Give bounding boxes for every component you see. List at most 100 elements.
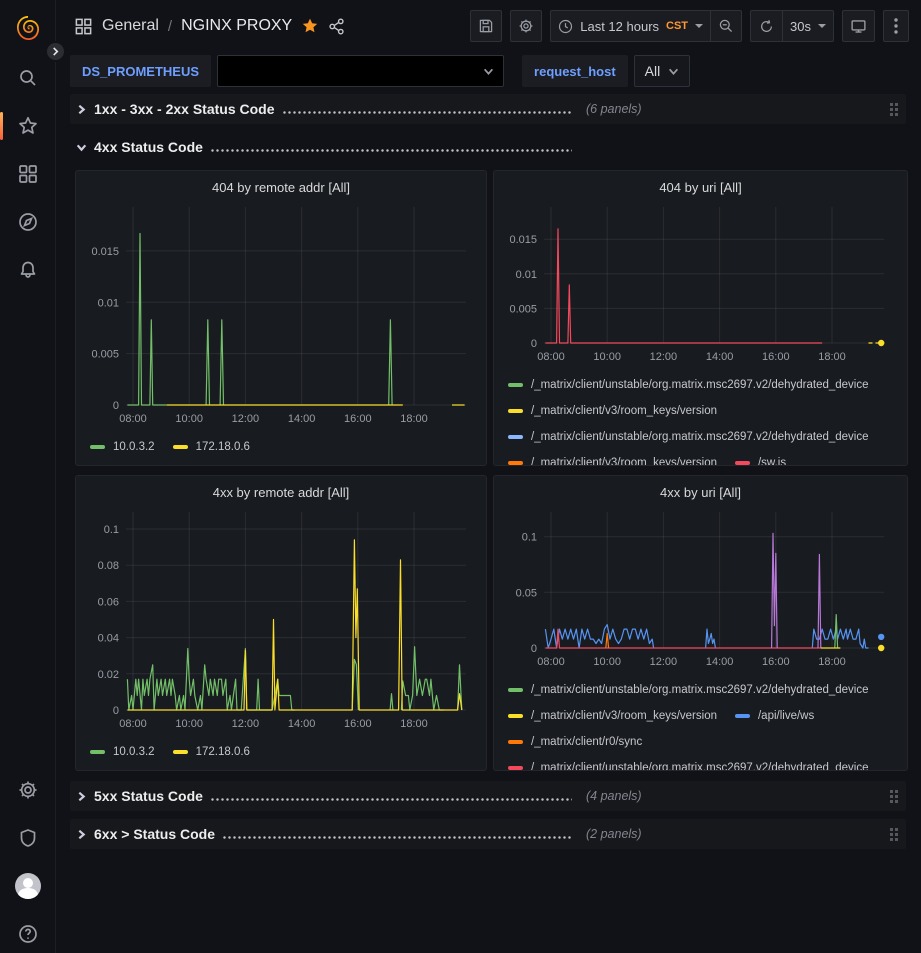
more-options-button[interactable] bbox=[883, 10, 909, 42]
legend-item[interactable]: /api/live/ws bbox=[735, 703, 814, 729]
time-range-picker[interactable]: Last 12 hours CST bbox=[550, 10, 710, 42]
row-header-5xx[interactable]: 5xx Status Code (4 panels) bbox=[70, 781, 906, 811]
row-header-6xx[interactable]: 6xx > Status Code (2 panels) bbox=[70, 819, 906, 849]
row-header-1xx-3xx-2xx[interactable]: 1xx - 3xx - 2xx Status Code (6 panels) bbox=[70, 94, 906, 124]
svg-text:10:00: 10:00 bbox=[593, 351, 621, 363]
svg-text:12:00: 12:00 bbox=[232, 718, 260, 730]
legend-item[interactable]: /_matrix/client/unstable/org.matrix.msc2… bbox=[508, 372, 869, 398]
series-color-swatch bbox=[508, 383, 523, 387]
variables-submenu: DS_PROMETHEUS request_host All bbox=[56, 52, 921, 90]
panel-title[interactable]: 4xx by uri [All] bbox=[504, 482, 897, 510]
time-series-chart[interactable]: 00.0050.010.01508:0010:0012:0014:0016:00… bbox=[86, 205, 476, 434]
series-color-swatch bbox=[508, 461, 523, 465]
dashboard-canvas: 1xx - 3xx - 2xx Status Code (6 panels) 4… bbox=[56, 90, 921, 857]
alerting-nav-item[interactable] bbox=[0, 246, 55, 294]
row-drag-handle[interactable] bbox=[890, 790, 898, 803]
legend-item[interactable]: /_matrix/client/unstable/org.matrix.msc2… bbox=[508, 755, 869, 771]
legend-item[interactable]: /_matrix/client/v3/room_keys/version bbox=[508, 703, 717, 729]
chevron-right-icon bbox=[76, 829, 87, 840]
svg-text:0: 0 bbox=[531, 643, 537, 655]
legend-item[interactable]: /sw.js bbox=[735, 450, 786, 466]
legend-item[interactable]: /_matrix/client/v3/room_keys/version bbox=[508, 450, 717, 466]
row-drag-handle[interactable] bbox=[890, 828, 898, 841]
panel-count: (6 panels) bbox=[586, 102, 642, 116]
legend-item[interactable]: 10.0.3.2 bbox=[90, 739, 155, 765]
chevron-right-icon bbox=[76, 791, 87, 802]
row-title: 1xx - 3xx - 2xx Status Code bbox=[94, 101, 275, 117]
panel-title[interactable]: 4xx by remote addr [All] bbox=[86, 482, 476, 510]
svg-text:0.005: 0.005 bbox=[509, 303, 537, 315]
panel-4xx-by-remote-addr: 4xx by remote addr [All] 00.020.040.060.… bbox=[75, 475, 487, 771]
row-drag-handle[interactable] bbox=[890, 103, 898, 116]
time-series-chart[interactable]: 00.020.040.060.080.108:0010:0012:0014:00… bbox=[86, 510, 476, 739]
svg-text:0.015: 0.015 bbox=[509, 234, 537, 246]
chevron-down-icon bbox=[695, 24, 703, 28]
shield-icon bbox=[18, 828, 38, 848]
svg-text:14:00: 14:00 bbox=[288, 413, 316, 425]
zoom-out-time-button[interactable] bbox=[710, 10, 742, 42]
refresh-interval-value: 30s bbox=[790, 19, 811, 34]
request-host-value: All bbox=[645, 63, 661, 79]
legend-item[interactable]: 172.18.0.6 bbox=[173, 434, 250, 460]
chevron-down-icon bbox=[818, 24, 826, 28]
search-nav-item[interactable] bbox=[0, 54, 55, 102]
panel-count: (4 panels) bbox=[586, 789, 642, 803]
series-color-swatch bbox=[508, 688, 523, 692]
legend-item[interactable]: /_matrix/client/v3/room_keys/version bbox=[508, 398, 717, 424]
sidebar-expand-button[interactable] bbox=[45, 41, 66, 62]
panel-title[interactable]: 404 by uri [All] bbox=[504, 177, 897, 205]
legend-item[interactable]: 10.0.3.2 bbox=[90, 434, 155, 460]
svg-text:16:00: 16:00 bbox=[762, 351, 790, 363]
dashboard-title[interactable]: NGINX PROXY bbox=[181, 17, 292, 35]
dashboards-nav-item[interactable] bbox=[0, 150, 55, 198]
legend-label: 10.0.3.2 bbox=[113, 746, 155, 758]
legend-label: /_matrix/client/unstable/org.matrix.msc2… bbox=[531, 431, 869, 443]
starred-nav-item[interactable] bbox=[0, 102, 55, 150]
time-range-label: Last 12 hours bbox=[580, 19, 659, 34]
time-series-chart[interactable]: 00.0050.010.01508:0010:0012:0014:0016:00… bbox=[504, 205, 897, 372]
configuration-nav-item[interactable] bbox=[0, 766, 55, 814]
zoom-out-icon bbox=[718, 18, 734, 34]
refresh-interval-select[interactable]: 30s bbox=[782, 10, 834, 42]
datasource-variable-label[interactable]: DS_PROMETHEUS bbox=[70, 55, 211, 87]
favorite-star-icon[interactable] bbox=[301, 17, 319, 35]
share-icon[interactable] bbox=[328, 18, 345, 35]
legend-item[interactable]: /_matrix/client/unstable/org.matrix.msc2… bbox=[508, 677, 869, 703]
user-profile-nav-item[interactable] bbox=[0, 862, 55, 910]
dashboard-settings-button[interactable] bbox=[510, 10, 542, 42]
breadcrumb-section[interactable]: General bbox=[102, 17, 159, 35]
avatar bbox=[15, 873, 41, 899]
time-series-chart[interactable]: 00.050.108:0010:0012:0014:0016:0018:00 bbox=[504, 510, 897, 677]
legend-item[interactable]: /_matrix/client/unstable/org.matrix.msc2… bbox=[508, 424, 869, 450]
panel-title[interactable]: 404 by remote addr [All] bbox=[86, 177, 476, 205]
row-header-4xx[interactable]: 4xx Status Code bbox=[70, 132, 906, 162]
cycle-view-mode-button[interactable] bbox=[842, 10, 875, 42]
series-color-swatch bbox=[735, 461, 750, 465]
sidebar-nav bbox=[0, 0, 56, 953]
dotted-leader bbox=[282, 108, 572, 115]
svg-text:0.02: 0.02 bbox=[98, 669, 119, 681]
time-picker-group: Last 12 hours CST bbox=[550, 10, 742, 42]
svg-text:12:00: 12:00 bbox=[232, 413, 260, 425]
request-host-variable-label[interactable]: request_host bbox=[522, 55, 628, 87]
svg-text:0.005: 0.005 bbox=[91, 349, 119, 361]
save-dashboard-button[interactable] bbox=[470, 10, 502, 42]
chart-canvas: 00.0050.010.01508:0010:0012:0014:0016:00… bbox=[504, 205, 894, 367]
panel-4xx-by-uri: 4xx by uri [All] 00.050.108:0010:0012:00… bbox=[493, 475, 908, 771]
refresh-button[interactable] bbox=[750, 10, 782, 42]
server-admin-nav-item[interactable] bbox=[0, 814, 55, 862]
legend: /_matrix/client/unstable/org.matrix.msc2… bbox=[504, 677, 897, 771]
svg-text:08:00: 08:00 bbox=[119, 413, 147, 425]
chart-canvas: 00.0050.010.01508:0010:0012:0014:0016:00… bbox=[86, 205, 476, 429]
request-host-variable-select[interactable]: All bbox=[634, 55, 691, 87]
datasource-variable-select[interactable] bbox=[217, 55, 504, 87]
legend-item[interactable]: /_matrix/client/r0/sync bbox=[508, 729, 642, 755]
legend-label: /_matrix/client/r0/sync bbox=[531, 736, 642, 748]
explore-nav-item[interactable] bbox=[0, 198, 55, 246]
help-nav-item[interactable] bbox=[0, 910, 55, 953]
svg-text:0.08: 0.08 bbox=[98, 560, 119, 572]
svg-text:08:00: 08:00 bbox=[119, 718, 147, 730]
series-color-swatch bbox=[173, 750, 188, 754]
legend-item[interactable]: 172.18.0.6 bbox=[173, 739, 250, 765]
row-title: 6xx > Status Code bbox=[94, 826, 215, 842]
